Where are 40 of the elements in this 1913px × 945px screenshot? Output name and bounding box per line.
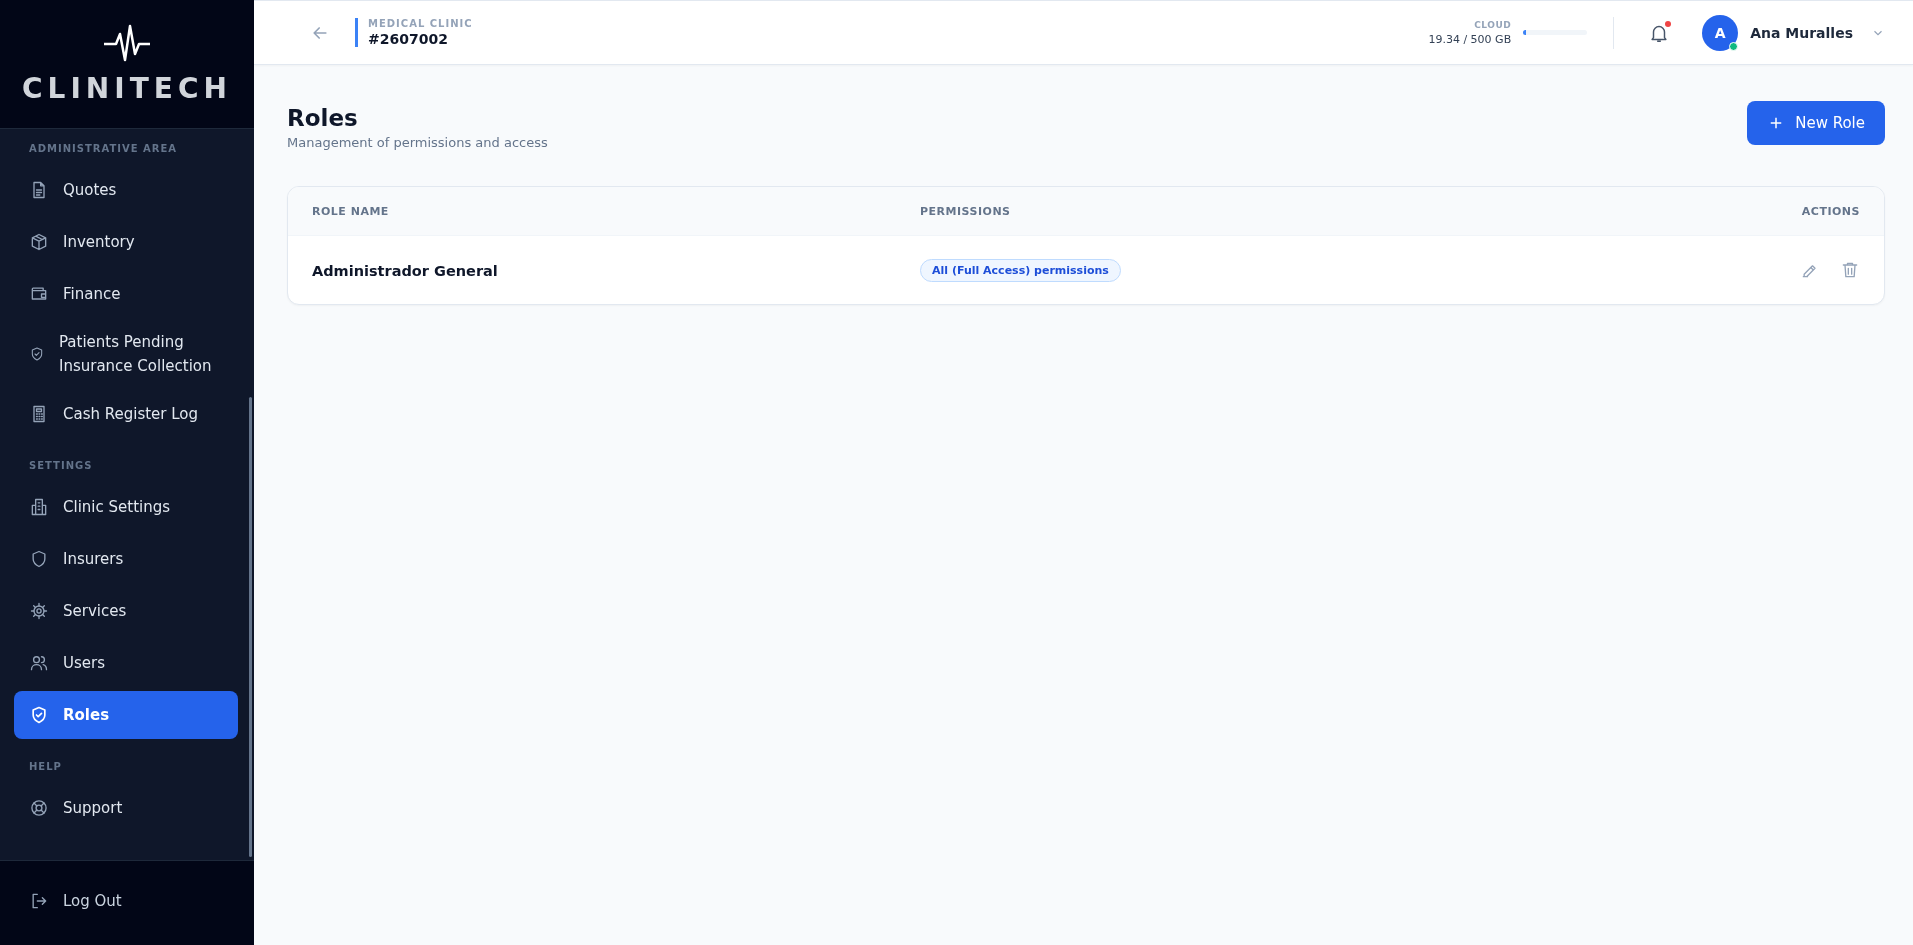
nav-item[interactable]: Users — [14, 639, 238, 687]
nav-item[interactable]: Patients Pending Insurance Collection — [14, 322, 238, 386]
role-name: Administrador General — [312, 262, 498, 279]
column-header: ROLE NAME — [312, 204, 389, 218]
section-title: HELP — [28, 760, 63, 774]
nav-item[interactable]: Cash Register Log — [14, 390, 238, 438]
nav-item[interactable]: Support — [14, 784, 238, 832]
nav-item[interactable]: Insurers — [14, 535, 238, 583]
gear-icon — [29, 601, 49, 621]
shield-check-icon — [29, 705, 49, 725]
nav-item[interactable]: Services — [14, 587, 238, 635]
lifebuoy-icon — [29, 798, 49, 818]
box-icon — [29, 232, 49, 252]
scrollbar[interactable] — [249, 397, 252, 857]
nav-item[interactable]: Clinic Settings — [14, 483, 238, 531]
storage-reading: 19.34 / 500 GB — [1428, 32, 1512, 46]
storage-label: CLOUD — [1473, 19, 1512, 30]
page-title: Roles — [287, 105, 359, 131]
clinic-id: #2607002 — [368, 31, 449, 47]
heartbeat-icon — [101, 23, 153, 64]
user-menu[interactable]: A Ana Muralles — [1702, 14, 1885, 51]
nav-item[interactable]: Inventory — [14, 218, 238, 266]
trash-icon[interactable] — [1840, 260, 1860, 280]
avatar: A — [1702, 14, 1739, 51]
users-icon — [29, 653, 49, 673]
column-header: PERMISSIONS — [920, 204, 1011, 218]
nav-item[interactable]: Roles — [14, 691, 238, 739]
permission-tag: All (Full Access) permissions — [920, 258, 1121, 282]
shield-check-icon — [29, 346, 45, 362]
logo-text: CLINITECH — [22, 71, 232, 105]
section-title: SETTINGS — [28, 459, 94, 473]
page-subtitle: Management of permissions and access — [287, 135, 548, 150]
nav-item[interactable]: Quotes — [14, 166, 238, 214]
building-icon — [29, 497, 49, 517]
clinic-label: MEDICAL CLINIC — [368, 18, 473, 29]
column-header: ACTIONS — [1801, 204, 1860, 218]
section-title: ADMINISTRATIVE AREA — [28, 142, 179, 156]
new-role-button[interactable]: New Role — [1747, 101, 1885, 145]
user-name: Ana Muralles — [1750, 24, 1853, 41]
nav-item[interactable]: Finance — [14, 270, 238, 318]
